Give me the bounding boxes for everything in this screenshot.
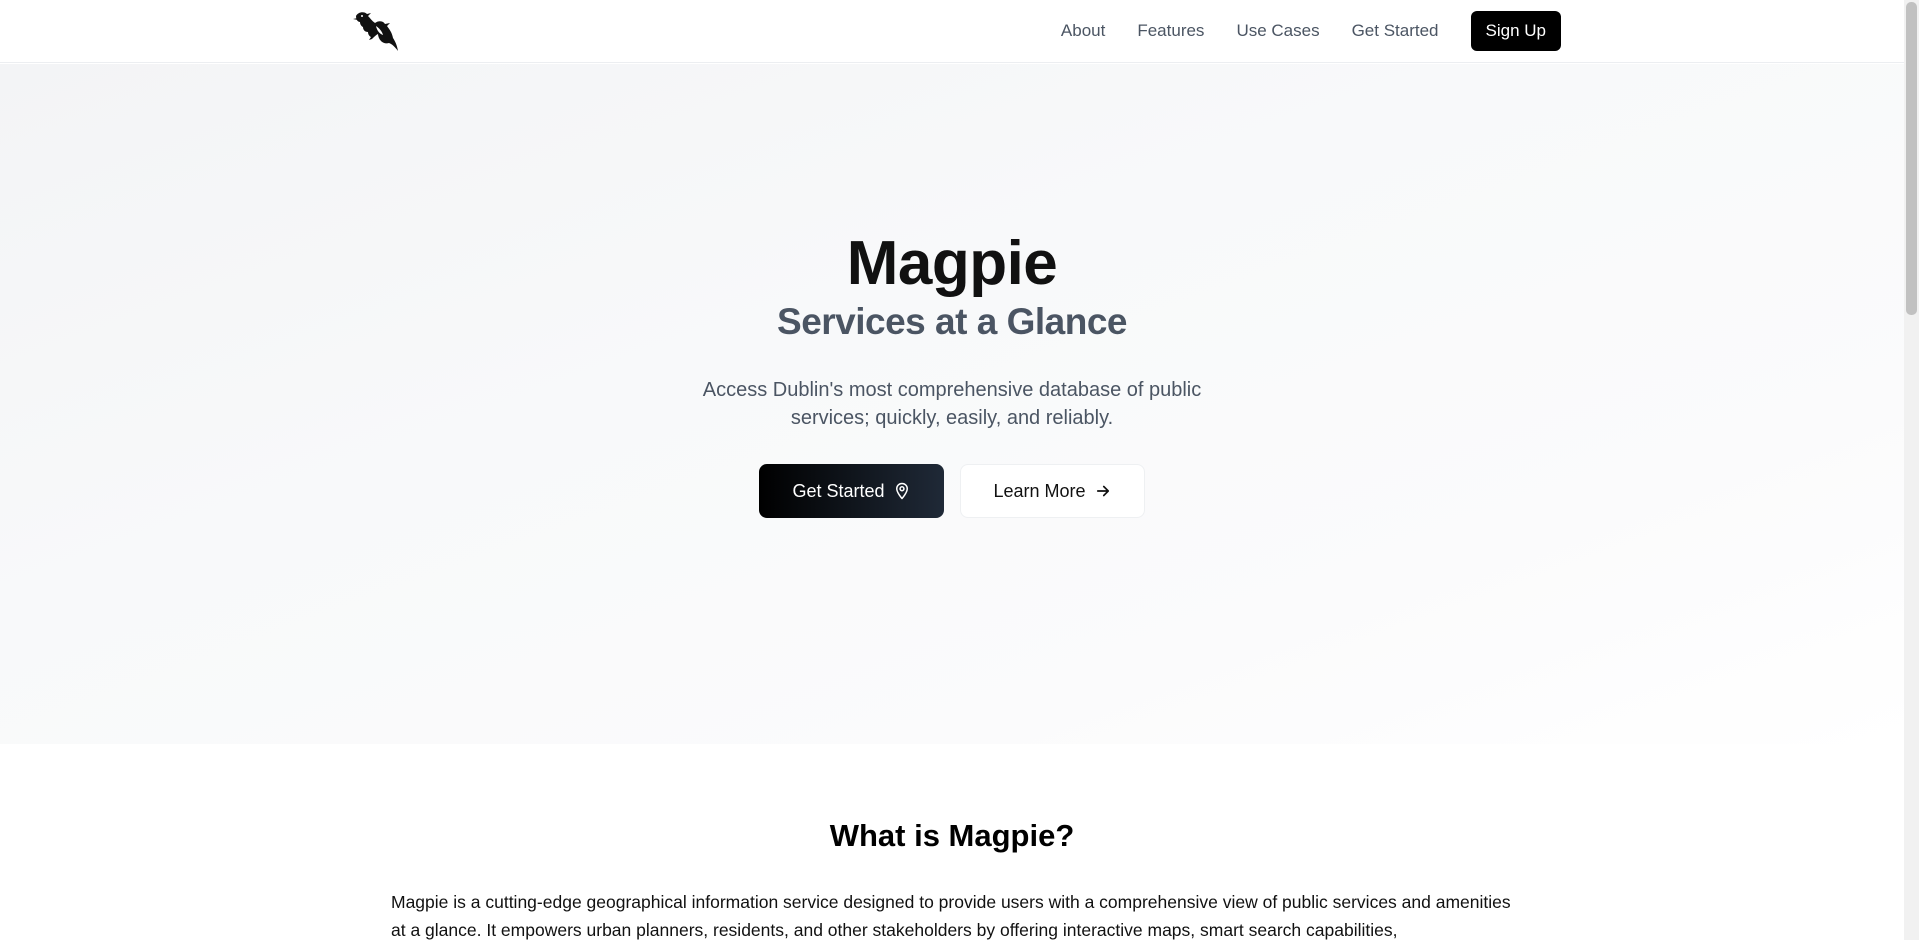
learn-more-button-label: Learn More [993,480,1086,501]
page-scrollbar[interactable] [1904,0,1919,940]
hero-title: Magpie [846,229,1058,298]
learn-more-button[interactable]: Learn More [960,464,1145,518]
hero-actions: Get Started Learn More [0,464,1904,518]
nav-link-use-cases[interactable]: Use Cases [1236,21,1319,41]
arrow-right-icon [1096,485,1109,497]
nav-link-about[interactable]: About [1061,21,1105,41]
landing-page: About Features Use Cases Get Started Sig… [0,0,1904,940]
scrollbar-thumb[interactable] [1906,2,1917,315]
hero-subtitle: Services at a Glance [777,301,1127,342]
get-started-button-label: Get Started [792,480,885,501]
nav-link-features[interactable]: Features [1137,21,1204,41]
hero-section: Magpie Services at a Glance Access Dubli… [0,64,1904,744]
site-header: About Features Use Cases Get Started Sig… [0,0,1904,63]
sign-up-button[interactable]: Sign Up [1470,11,1561,51]
about-section-text: Magpie is a cutting-edge geographical in… [391,892,1511,940]
main-nav: About Features Use Cases Get Started Sig… [1061,11,1561,51]
magpie-bird-logo-icon [353,12,398,51]
map-pin-icon [895,482,908,500]
about-section-title: What is Magpie? [829,818,1075,853]
get-started-button[interactable]: Get Started [759,464,944,518]
nav-link-get-started[interactable]: Get Started [1352,21,1439,41]
magpie-logo[interactable] [352,10,400,54]
hero-description: Access Dublin's most comprehensive datab… [702,379,1202,429]
